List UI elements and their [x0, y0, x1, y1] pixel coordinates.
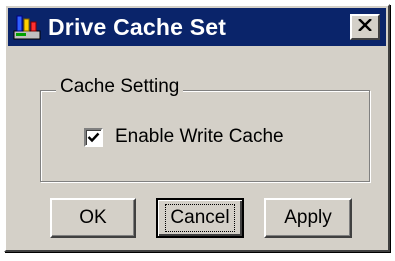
drive-cache-set-dialog: Drive Cache Set Cache Setting Enable Wri… — [4, 4, 390, 252]
ok-button-label: OK — [79, 207, 107, 228]
close-icon — [358, 18, 372, 36]
apply-button[interactable]: Apply — [264, 198, 352, 238]
checkmark-icon — [87, 132, 100, 142]
drive-cache-app-icon — [12, 12, 42, 42]
title-bar[interactable]: Drive Cache Set — [8, 8, 386, 46]
cancel-button[interactable]: Cancel — [156, 198, 244, 238]
cancel-button-label: Cancel — [165, 204, 235, 232]
enable-write-cache-checkbox[interactable] — [84, 127, 103, 147]
enable-write-cache-option[interactable]: Enable Write Cache — [84, 126, 284, 148]
enable-write-cache-label: Enable Write Cache — [115, 126, 284, 147]
cache-setting-group-label: Cache Setting — [56, 76, 184, 98]
window-title: Drive Cache Set — [48, 13, 227, 40]
apply-button-label: Apply — [284, 207, 332, 228]
ok-button[interactable]: OK — [50, 198, 136, 238]
close-button[interactable] — [350, 14, 380, 40]
